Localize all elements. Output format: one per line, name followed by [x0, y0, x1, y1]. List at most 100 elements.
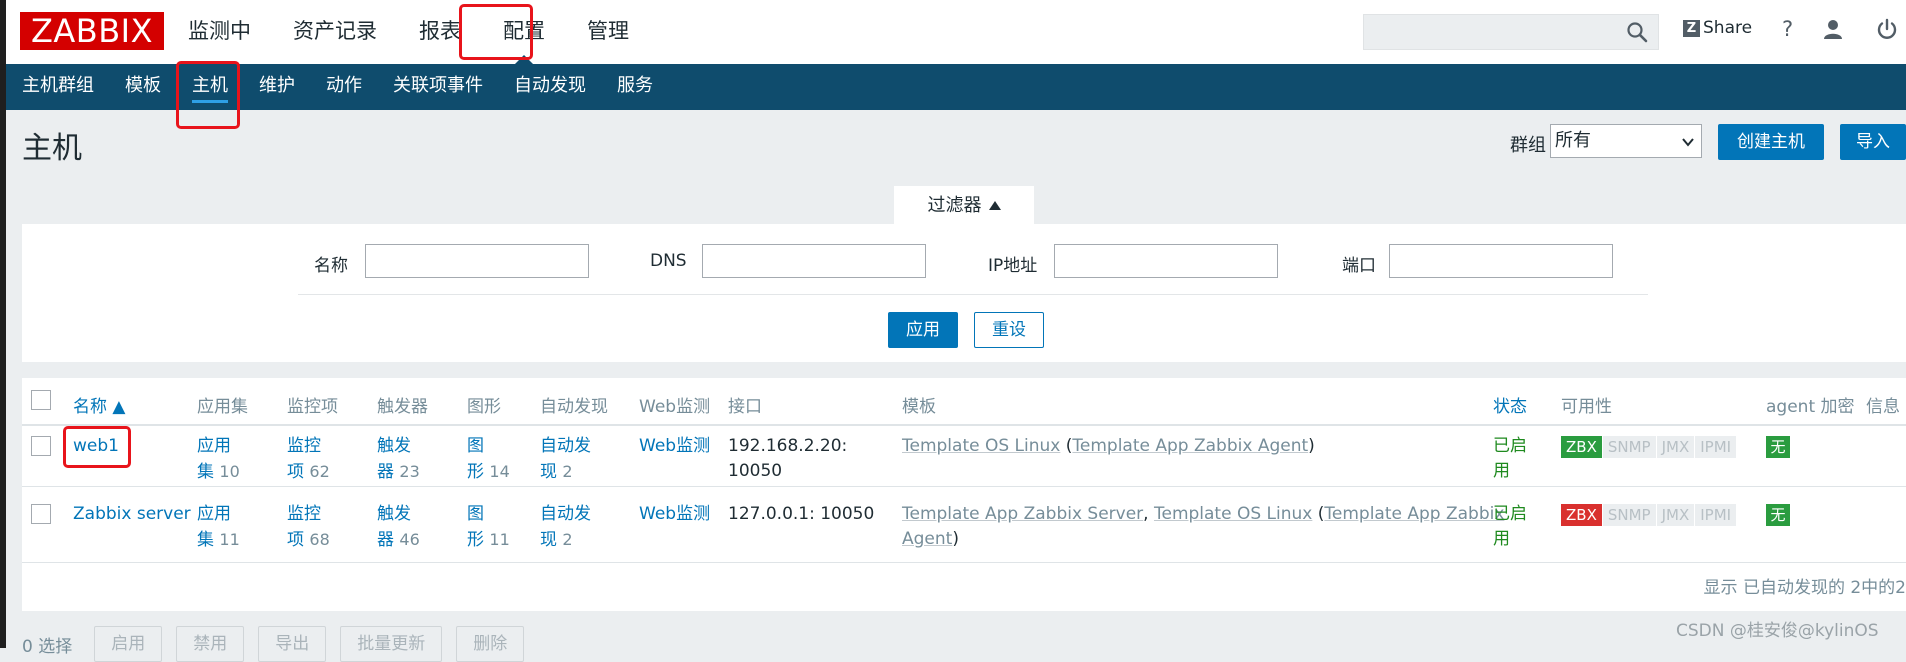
column-info: 信息 [1866, 397, 1900, 417]
snmp-availability-badge: SNMP [1601, 504, 1656, 526]
sub-nav-maintenance[interactable]: 维护 [259, 64, 295, 108]
snmp-availability-badge: SNMP [1601, 436, 1656, 458]
web-monitoring-link[interactable]: Web监测 [639, 434, 710, 459]
sub-nav-templates[interactable]: 模板 [125, 64, 161, 108]
availability-indicators: ZBX SNMP JMX IPMI [1561, 436, 1737, 458]
column-availability: 可用性 [1561, 397, 1612, 417]
template-link[interactable]: Template App Zabbix Agent [1072, 436, 1308, 456]
group-select[interactable]: 所有 [1550, 124, 1702, 158]
zbx-availability-badge: ZBX [1561, 436, 1602, 458]
column-status-sort[interactable]: 状态 [1493, 392, 1527, 417]
hosts-table: 名称 ▲ 应用集 监控项 触发器 图形 自动发现 Web监测 接口 模板 状态 … [22, 378, 1906, 611]
column-items: 监控项 [287, 397, 338, 417]
mass-actions-bar: 0 选择 启用 禁用 导出 批量更新 删除 [22, 626, 538, 662]
column-name-sort[interactable]: 名称 ▲ [73, 392, 125, 417]
search-icon[interactable] [1626, 21, 1648, 43]
share-link[interactable]: Z Share [1683, 18, 1752, 38]
jmx-availability-badge: JMX [1655, 436, 1695, 458]
help-icon[interactable]: ? [1782, 17, 1793, 41]
main-nav-inventory[interactable]: 资产记录 [293, 0, 377, 64]
items-link[interactable]: 监控项 62 [287, 434, 330, 485]
items-link[interactable]: 监控项 68 [287, 502, 330, 553]
triggers-link[interactable]: 触发器 46 [377, 502, 420, 553]
discovery-link[interactable]: 自动发现 2 [540, 434, 591, 485]
row-checkbox[interactable] [31, 504, 51, 524]
filter-reset-button[interactable]: 重设 [974, 312, 1044, 348]
enable-button[interactable]: 启用 [94, 626, 163, 662]
interface-value: 192.168.2.20: 10050 [728, 436, 848, 481]
delete-button[interactable]: 删除 [456, 626, 525, 662]
import-button[interactable]: 导入 [1840, 124, 1906, 160]
global-search-input[interactable] [1363, 14, 1659, 50]
filter-apply-button[interactable]: 应用 [888, 312, 958, 348]
column-applications: 应用集 [197, 397, 248, 417]
triggers-link[interactable]: 触发器 23 [377, 434, 420, 485]
group-label: 群组 [1510, 135, 1546, 156]
filter-ip-label: IP地址 [988, 256, 1038, 276]
main-nav-reports[interactable]: 报表 [419, 0, 461, 64]
ipmi-availability-badge: IPMI [1694, 504, 1737, 526]
filter-name-label: 名称 [314, 256, 348, 276]
applications-link[interactable]: 应用集 11 [197, 502, 240, 553]
sub-nav-actions[interactable]: 动作 [326, 64, 362, 108]
sub-nav: 主机群组 模板 主机 维护 动作 关联项事件 自动发现 服务 [6, 64, 1906, 110]
templates-cell: Template App Zabbix Server, Template OS … [902, 504, 1505, 549]
interface-value: 127.0.0.1: 10050 [728, 504, 875, 524]
template-link[interactable]: Template App Zabbix [1324, 504, 1504, 524]
row-divider [22, 562, 1906, 563]
page-title: 主机 [22, 131, 82, 166]
template-link[interactable]: Template OS Linux [1154, 504, 1312, 524]
filter-tab-label: 过滤器 [927, 195, 982, 216]
export-button[interactable]: 导出 [258, 626, 327, 662]
filter-port-input[interactable] [1389, 244, 1613, 278]
discovery-link[interactable]: 自动发现 2 [540, 502, 591, 553]
sub-nav-host-groups[interactable]: 主机群组 [22, 64, 94, 108]
graphs-link[interactable]: 图形 11 [467, 502, 510, 553]
filter-name-input[interactable] [365, 244, 589, 278]
filter-dns-input[interactable] [702, 244, 926, 278]
main-nav-monitoring[interactable]: 监测中 [188, 0, 251, 64]
encryption-badge: 无 [1766, 436, 1790, 458]
column-templates: 模板 [902, 397, 936, 417]
disable-button[interactable]: 禁用 [176, 626, 245, 662]
share-label: Share [1703, 18, 1753, 38]
row-checkbox[interactable] [31, 436, 51, 456]
template-link-continued[interactable]: Agent [902, 529, 952, 549]
sub-nav-event-correlation[interactable]: 关联项事件 [393, 64, 483, 108]
graphs-link[interactable]: 图形 14 [467, 434, 510, 485]
jmx-availability-badge: JMX [1655, 504, 1695, 526]
filter-ip-input[interactable] [1054, 244, 1278, 278]
column-agent-encryption: agent 加密 [1766, 397, 1855, 417]
status-enabled-link[interactable]: 已启用 [1493, 434, 1527, 484]
host-name-link[interactable]: Zabbix server [73, 502, 191, 527]
caret-up-icon [988, 201, 1001, 210]
main-nav: 监测中 资产记录 报表 配置 管理 [188, 0, 671, 64]
template-link[interactable]: Template App Zabbix Server [902, 504, 1143, 524]
web-monitoring-link[interactable]: Web监测 [639, 502, 710, 527]
column-interface: 接口 [728, 397, 762, 417]
zabbix-logo[interactable]: ZABBIX [20, 12, 164, 50]
header-divider [22, 424, 1906, 426]
filter-dns-label: DNS [650, 251, 687, 271]
availability-indicators: ZBX SNMP JMX IPMI [1561, 504, 1737, 526]
column-graphs: 图形 [467, 397, 501, 417]
user-icon[interactable] [1822, 18, 1844, 40]
column-web: Web监测 [639, 397, 711, 417]
status-enabled-link[interactable]: 已启用 [1493, 502, 1527, 552]
zbx-availability-badge: ZBX [1561, 504, 1602, 526]
sub-nav-services[interactable]: 服务 [617, 64, 653, 108]
mass-update-button[interactable]: 批量更新 [340, 626, 443, 662]
filter-tab[interactable]: 过滤器 [894, 186, 1034, 224]
select-all-checkbox[interactable] [31, 390, 51, 410]
highlight-box-web1 [63, 426, 131, 468]
sub-nav-discovery[interactable]: 自动发现 [514, 64, 586, 108]
main-nav-administration[interactable]: 管理 [587, 0, 629, 64]
group-select-value: 所有 [1555, 130, 1591, 151]
row-divider [22, 486, 1906, 487]
power-icon[interactable] [1876, 18, 1898, 40]
template-link[interactable]: Template OS Linux [902, 436, 1060, 456]
table-paging-info: 显示 已自动发现的 2中的2 [1703, 578, 1906, 598]
highlight-box-configuration [459, 4, 533, 60]
applications-link[interactable]: 应用集 10 [197, 434, 240, 485]
create-host-button[interactable]: 创建主机 [1718, 124, 1824, 160]
